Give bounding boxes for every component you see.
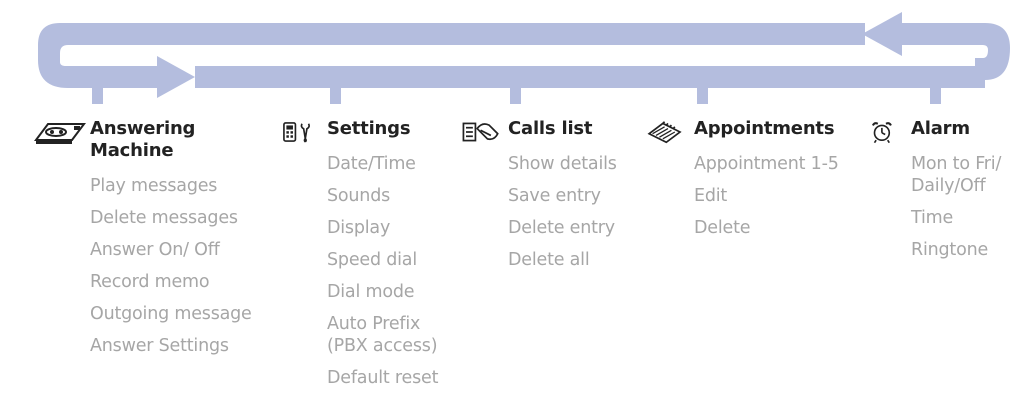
menu-item: Outgoing message [90, 304, 252, 324]
menu-item: Delete all [508, 250, 590, 270]
menu-title: Settings [327, 118, 411, 139]
menu-calls-list: Calls list Show details Save entry Delet… [462, 118, 638, 271]
menu-item: Play messages [90, 176, 218, 196]
calls-list-icon [462, 122, 499, 142]
menu-item: Record memo [90, 272, 210, 292]
alarm-icon [871, 122, 892, 144]
menu-item: Speed dial [327, 250, 417, 270]
connector-alarm [930, 88, 941, 104]
menu-item: Mon to Fri/ Daily/Off [911, 154, 1002, 196]
loop-arrow-left [862, 12, 902, 56]
menu-title: Appointments [694, 118, 835, 139]
menu-loop-diagram [38, 12, 1010, 104]
menu-item: Save entry [508, 186, 601, 206]
settings-icon [283, 122, 310, 143]
menu-item: Auto Prefix (PBX access) [327, 314, 438, 356]
menu-answering-machine: Answering Machine Play messages Delete m… [34, 118, 265, 357]
menu-appointments: Appointments Appointment 1-5 Edit Delete [647, 118, 854, 239]
connector-answering-machine [92, 88, 103, 104]
menu-item: Delete messages [90, 208, 238, 228]
menu-settings: Settings Date/Time Sounds Display Speed … [283, 118, 457, 389]
connector-calls-list [510, 88, 521, 104]
menu-item: Delete [694, 218, 751, 238]
menu-item: Appointment 1-5 [694, 154, 839, 174]
menu-item: Dial mode [327, 282, 415, 302]
menu-item: Date/Time [327, 154, 416, 174]
menu-alarm: Alarm Mon to Fri/ Daily/Off Time Rington… [871, 118, 1011, 261]
menu-item: Sounds [327, 186, 391, 206]
menu-title: Alarm [911, 118, 970, 139]
menu-item: Default reset [327, 368, 439, 388]
menu-title: Calls list [508, 118, 593, 139]
menu-item: Time [911, 208, 954, 228]
loop-arrow-right [157, 56, 195, 98]
menu-item: Show details [508, 154, 617, 174]
appointments-icon [647, 121, 682, 144]
menu-item: Edit [694, 186, 728, 206]
connector-settings [330, 88, 341, 104]
menu-item: Answer On/ Off [90, 240, 220, 260]
connector-appointments [697, 88, 708, 104]
menu-item: Answer Settings [90, 336, 229, 356]
menu-item: Delete entry [508, 218, 615, 238]
menu-item: Display [327, 218, 391, 238]
loop-bottom-bar [38, 57, 160, 88]
loop-top-bar [38, 23, 865, 57]
answering-machine-icon [34, 123, 86, 144]
menu-overview-diagram: Answering Machine Play messages Delete m… [0, 0, 1015, 417]
menu-title: Answering Machine [90, 118, 196, 161]
loop-bottom-bar-right [195, 66, 985, 88]
menu-item: Ringtone [911, 240, 989, 260]
